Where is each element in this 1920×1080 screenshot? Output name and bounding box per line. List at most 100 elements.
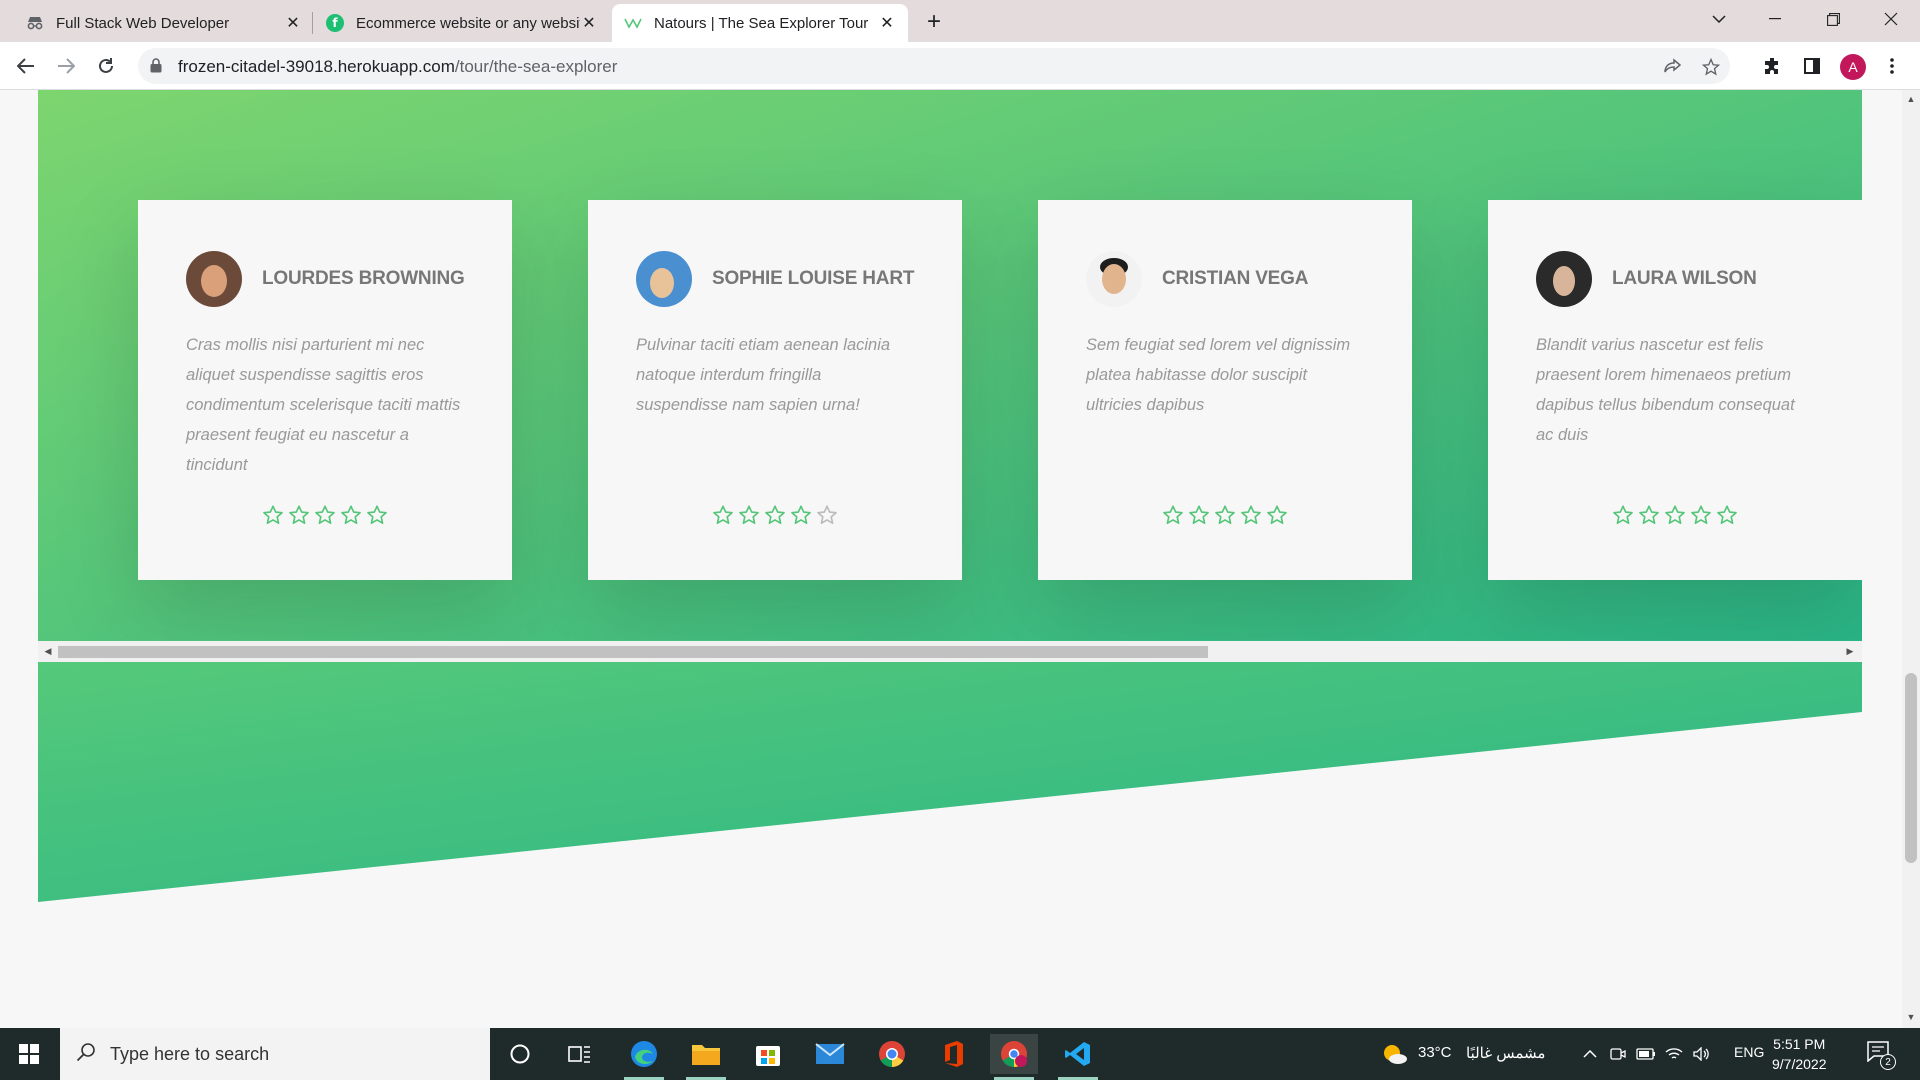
vertical-scrollbar[interactable]: ▲ ▼: [1902, 90, 1920, 1028]
notifications-icon[interactable]: 2: [1866, 1040, 1896, 1070]
star-filled-icon: [1215, 505, 1235, 524]
star-filled-icon: [1189, 505, 1209, 524]
star-filled-icon: [1639, 505, 1659, 524]
chrome-icon[interactable]: [868, 1034, 916, 1074]
url-path: /tour/the-sea-explorer: [454, 57, 618, 76]
url-text[interactable]: frozen-citadel-39018.herokuapp.com/tour/…: [178, 57, 617, 77]
search-placeholder: Type here to search: [110, 1043, 270, 1064]
star-filled-icon: [289, 505, 309, 524]
star-filled-icon: [341, 505, 361, 524]
natours-logo-icon: [624, 14, 642, 32]
show-hidden-icons-chevron-icon[interactable]: [1580, 1044, 1600, 1064]
horizontal-scrollbar[interactable]: ◀ ▶: [38, 641, 1862, 662]
taskbar-search-box[interactable]: Type here to search: [60, 1028, 490, 1080]
user-avatar: [1536, 251, 1592, 307]
reviewer-name: Lourdes Browning: [262, 268, 465, 289]
close-tab-icon[interactable]: ✕: [284, 14, 302, 32]
star-rating: [138, 504, 512, 526]
review-card: Laura Wilson Blandit varius nascetur est…: [1488, 200, 1862, 580]
tab-natours[interactable]: Natours | The Sea Explorer Tour ✕: [612, 4, 908, 42]
star-filled-icon: [1613, 505, 1633, 524]
side-panel-icon[interactable]: [1796, 50, 1828, 82]
address-bar[interactable]: frozen-citadel-39018.herokuapp.com/tour/…: [138, 48, 1730, 84]
input-language[interactable]: ENG: [1734, 1044, 1764, 1060]
task-view-icon[interactable]: [556, 1034, 604, 1074]
review-user: Cristian Vega: [1086, 250, 1364, 308]
clock-date: 9/7/2022: [1772, 1056, 1827, 1072]
star-filled-icon: [367, 505, 387, 524]
back-button[interactable]: [10, 50, 42, 82]
url-domain: frozen-citadel-39018.herokuapp.com: [178, 57, 455, 76]
office-icon[interactable]: [930, 1034, 978, 1074]
battery-icon[interactable]: [1636, 1044, 1656, 1064]
wifi-icon[interactable]: [1664, 1044, 1684, 1064]
star-filled-icon: [1717, 505, 1737, 524]
scroll-right-arrow-icon[interactable]: ▶: [1844, 645, 1856, 657]
edge-browser-icon[interactable]: [620, 1034, 668, 1080]
tab-search-chevron-icon[interactable]: [1696, 0, 1742, 38]
tab-full-stack[interactable]: Full Stack Web Developer ✕: [14, 4, 314, 42]
close-tab-icon[interactable]: ✕: [580, 14, 598, 32]
weather-condition[interactable]: مشمس غالبًا: [1466, 1044, 1545, 1062]
volume-icon[interactable]: [1692, 1044, 1712, 1064]
star-filled-icon: [713, 505, 733, 524]
file-explorer-icon[interactable]: [682, 1034, 730, 1080]
star-filled-icon: [1163, 505, 1183, 524]
bookmark-star-icon[interactable]: [1700, 56, 1722, 78]
star-filled-icon: [739, 505, 759, 524]
reviews-section: Lourdes Browning Cras mollis nisi partur…: [38, 90, 1862, 665]
tab-ecommerce[interactable]: f Ecommerce website or any website ✕: [314, 4, 610, 42]
weather-temperature[interactable]: 33°C: [1418, 1044, 1452, 1061]
close-tab-icon[interactable]: ✕: [878, 14, 896, 32]
more-menu-icon[interactable]: [1876, 50, 1908, 82]
new-tab-button[interactable]: +: [920, 8, 948, 36]
user-avatar: [186, 251, 242, 307]
cortana-icon[interactable]: [496, 1034, 544, 1074]
minimize-button[interactable]: [1752, 0, 1798, 38]
vscode-icon[interactable]: [1054, 1034, 1102, 1080]
reviews-carousel[interactable]: Lourdes Browning Cras mollis nisi partur…: [38, 90, 1862, 640]
review-text: Blandit varius nascetur est felis praese…: [1536, 336, 1795, 444]
vertical-scroll-thumb[interactable]: [1905, 673, 1917, 863]
star-filled-icon: [1665, 505, 1685, 524]
review-card: Sophie Louise Hart Pulvinar taciti etiam…: [588, 200, 962, 580]
review-user: Laura Wilson: [1536, 250, 1814, 308]
extensions-puzzle-icon[interactable]: [1756, 50, 1788, 82]
restore-button[interactable]: [1810, 0, 1856, 38]
weather-sun-cloud-icon[interactable]: [1380, 1044, 1410, 1064]
reload-button[interactable]: [90, 50, 122, 82]
windows-taskbar: Type here to search 33°C مشمس غالبًا ENG…: [0, 1028, 1920, 1080]
close-window-button[interactable]: [1868, 0, 1914, 38]
search-icon: [76, 1042, 96, 1067]
meet-now-icon[interactable]: [1608, 1044, 1628, 1064]
microsoft-store-icon[interactable]: [744, 1034, 792, 1074]
system-clock[interactable]: 5:51 PM 9/7/2022: [1772, 1034, 1827, 1074]
scroll-left-arrow-icon[interactable]: ◀: [42, 645, 54, 657]
review-text: Sem feugiat sed lorem vel dignissim plat…: [1086, 336, 1351, 414]
review-user: Lourdes Browning: [186, 250, 465, 308]
tab-title: Natours | The Sea Explorer Tour: [654, 14, 869, 32]
profile-avatar[interactable]: A: [1840, 54, 1866, 80]
share-icon[interactable]: [1662, 56, 1684, 78]
svg-text:f: f: [332, 16, 338, 30]
incognito-icon: [26, 14, 44, 32]
star-filled-icon: [263, 505, 283, 524]
section-divider-slope: [38, 662, 1862, 902]
browser-toolbar: frozen-citadel-39018.herokuapp.com/tour/…: [0, 42, 1920, 90]
tab-title: Ecommerce website or any website: [356, 14, 580, 32]
mail-icon[interactable]: [806, 1034, 854, 1074]
chrome-profile-icon[interactable]: [990, 1034, 1038, 1080]
horizontal-scroll-thumb[interactable]: [58, 646, 1208, 658]
windows-start-icon[interactable]: [0, 1028, 58, 1080]
user-avatar: [636, 251, 692, 307]
reviewer-name: Cristian Vega: [1162, 268, 1309, 289]
scroll-up-arrow-icon[interactable]: ▲: [1906, 94, 1916, 104]
tab-strip: Full Stack Web Developer ✕ f Ecommerce w…: [0, 0, 1920, 42]
star-filled-icon: [765, 505, 785, 524]
review-user: Sophie Louise Hart: [636, 250, 914, 308]
reviewer-name: Laura Wilson: [1612, 268, 1757, 289]
review-card: Lourdes Browning Cras mollis nisi partur…: [138, 200, 512, 580]
lock-icon[interactable]: [150, 58, 162, 78]
forward-button[interactable]: [50, 50, 82, 82]
scroll-down-arrow-icon[interactable]: ▼: [1906, 1012, 1916, 1022]
